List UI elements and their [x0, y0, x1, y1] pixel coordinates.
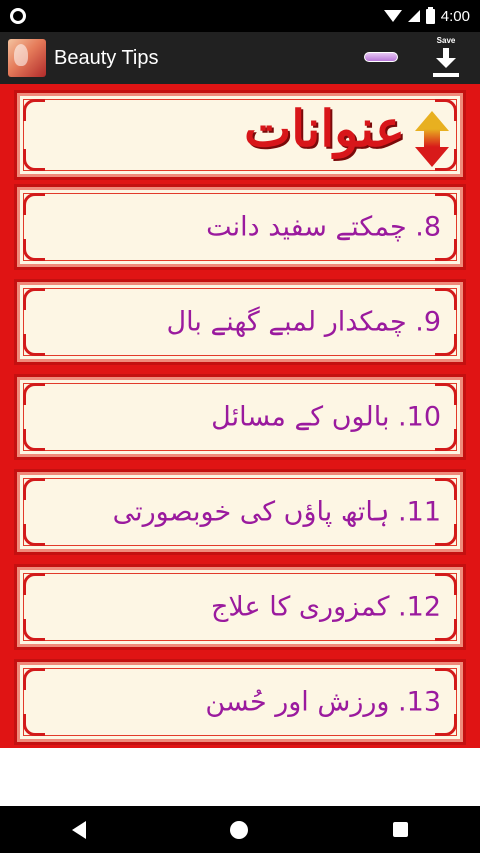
- topics-list: عنوانات 8. چمکتے سفید دانت 9. چمکدار لمب…: [0, 84, 480, 748]
- topics-header: عنوانات: [14, 90, 466, 180]
- save-label: Save: [436, 36, 456, 45]
- list-item-12[interactable]: 12. کمزوری کا علاج: [14, 564, 466, 650]
- app-logo-icon: [8, 39, 46, 77]
- topics-heading: عنوانات: [244, 99, 405, 158]
- app-bar: Beauty Tips Save: [0, 32, 480, 84]
- nav-recents-icon[interactable]: [392, 822, 408, 837]
- list-item-9[interactable]: 9. چمکدار لمبے گھنے بال: [14, 279, 466, 365]
- signal-icon: [407, 10, 420, 22]
- save-download-icon: [433, 48, 459, 77]
- nav-back-icon[interactable]: [72, 820, 87, 839]
- status-time: 4:00: [440, 7, 470, 25]
- status-left: [10, 8, 26, 24]
- status-right: 4:00: [383, 6, 470, 25]
- list-item-13[interactable]: 13. ورزش اور حُسن: [14, 659, 466, 745]
- up-down-arrow-icon: [415, 111, 449, 167]
- list-item-label: 12. کمزوری کا علاج: [211, 591, 441, 623]
- list-item-label: 10. بالوں کے مسائل: [211, 401, 441, 433]
- battery-icon: [425, 6, 435, 24]
- system-nav-bar: [0, 806, 480, 853]
- list-item-label: 8. چمکتے سفید دانت: [206, 211, 441, 243]
- list-item-11[interactable]: 11. ہاتھ پاؤں کی خوبصورتی: [14, 469, 466, 555]
- list-item-label: 13. ورزش اور حُسن: [205, 686, 441, 718]
- save-button[interactable]: Save: [428, 36, 464, 80]
- list-item-10[interactable]: 10. بالوں کے مسائل: [14, 374, 466, 460]
- status-bar: 4:00: [0, 0, 480, 32]
- list-item-label: 11. ہاتھ پاؤں کی خوبصورتی: [112, 496, 441, 528]
- ad-placeholder: [0, 748, 480, 806]
- app-title: Beauty Tips: [54, 46, 159, 69]
- wifi-icon: [383, 10, 402, 22]
- notification-ring-icon: [10, 8, 26, 24]
- menu-pill-button[interactable]: [364, 52, 398, 62]
- nav-home-icon[interactable]: [230, 820, 249, 839]
- list-item-label: 9. چمکدار لمبے گھنے بال: [166, 306, 441, 338]
- list-item-8[interactable]: 8. چمکتے سفید دانت: [14, 184, 466, 270]
